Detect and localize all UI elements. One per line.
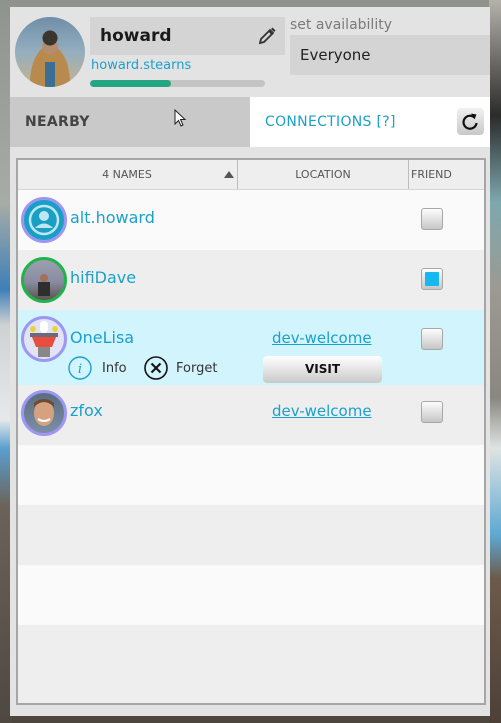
avatar-photo (34, 399, 54, 426)
connection-name[interactable]: zfox (70, 401, 103, 420)
friend-checkbox[interactable] (421, 268, 443, 290)
pencil-icon[interactable] (257, 26, 277, 46)
connection-name[interactable]: OneLisa (70, 328, 134, 347)
availability-value: Everyone (300, 46, 371, 64)
visit-button[interactable]: VISIT (263, 356, 382, 383)
avatar[interactable] (21, 257, 67, 303)
location-link[interactable]: dev-welcome (272, 329, 372, 347)
empty-row (18, 625, 484, 699)
info-icon[interactable]: i (68, 356, 92, 380)
avatar[interactable] (21, 390, 67, 436)
audio-level-bar (90, 80, 265, 87)
background-scene-right (489, 0, 501, 723)
location-link[interactable]: dev-welcome (272, 402, 372, 420)
sort-ascending-icon (224, 171, 234, 178)
tab-connections-label: CONNECTIONS [?] (265, 114, 396, 130)
column-header-names[interactable]: 4 NAMES (18, 160, 236, 189)
empty-row (18, 505, 484, 565)
forget-button[interactable]: Forget (176, 361, 217, 376)
people-panel: howard howard.stearns set availability E… (10, 7, 490, 716)
friend-checkbox[interactable] (421, 208, 443, 230)
mouse-cursor-icon (174, 109, 187, 127)
robot-avatar (30, 321, 58, 357)
table-row[interactable]: OneLisa dev-welcome i Info Forget VISIT (18, 310, 484, 385)
display-name: howard (100, 26, 172, 46)
connections-table: 4 NAMES LOCATION FRIEND alt.howard hifiD… (16, 158, 486, 705)
connection-name[interactable]: alt.howard (70, 208, 155, 227)
tab-nearby[interactable]: NEARBY (10, 97, 250, 147)
tab-connections[interactable]: CONNECTIONS [?] (250, 97, 490, 147)
friend-checkbox[interactable] (421, 401, 443, 423)
empty-row (18, 445, 484, 505)
availability-label: set availability (290, 17, 392, 33)
table-header: 4 NAMES LOCATION FRIEND (18, 160, 484, 190)
close-circle-icon[interactable] (144, 356, 168, 380)
info-button[interactable]: Info (102, 361, 127, 376)
svg-text:i: i (78, 362, 82, 377)
availability-dropdown[interactable]: Everyone (290, 35, 490, 75)
my-avatar[interactable] (15, 17, 85, 87)
column-header-location[interactable]: LOCATION (237, 160, 409, 189)
connections-help-link[interactable]: [?] (377, 114, 396, 130)
tab-nearby-label: NEARBY (25, 114, 90, 130)
column-header-friend[interactable]: FRIEND (408, 160, 457, 189)
table-row[interactable]: alt.howard (18, 190, 484, 250)
audio-level-fill (90, 80, 171, 87)
refresh-button[interactable] (457, 108, 484, 135)
connection-name[interactable]: hifiDave (70, 268, 136, 287)
default-user-icon (28, 204, 60, 236)
display-name-field[interactable]: howard (90, 17, 285, 55)
avatar-photo (38, 274, 50, 296)
friend-checkbox[interactable] (421, 328, 443, 350)
table-row[interactable]: zfox dev-welcome (18, 385, 484, 445)
username: howard.stearns (91, 58, 192, 73)
avatar[interactable] (21, 197, 67, 243)
empty-row (18, 565, 484, 625)
table-row[interactable]: hifiDave (18, 250, 484, 310)
names-count: 4 NAMES (102, 168, 152, 181)
tab-connections-text: CONNECTIONS (265, 114, 372, 130)
avatar[interactable] (21, 316, 67, 362)
refresh-icon (462, 113, 478, 130)
